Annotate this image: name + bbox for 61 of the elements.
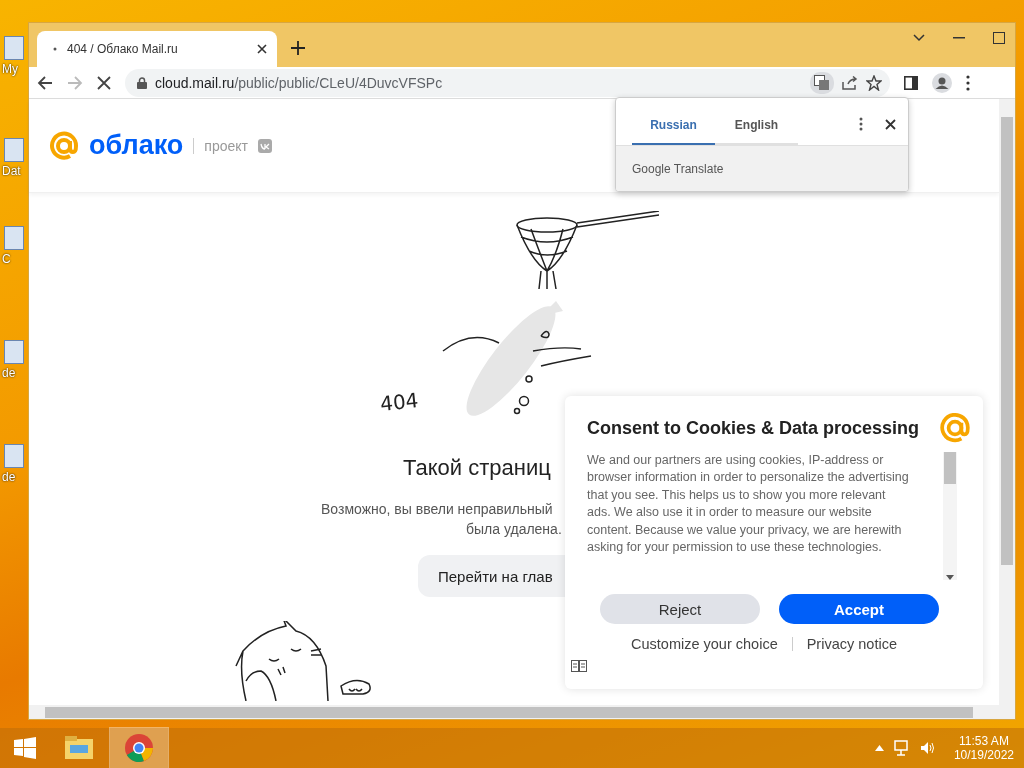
- at-sign-logo-icon: [939, 412, 971, 444]
- error-description: была удалена.: [466, 520, 562, 539]
- desktop-icon-label: de: [1, 366, 16, 380]
- error-description: Возможно, вы ввели неправильный: [321, 500, 553, 519]
- minimize-icon[interactable]: [953, 37, 965, 39]
- desktop-icon[interactable]: [4, 340, 24, 364]
- consent-text: We and our partners are using cookies, IP-address or browser information in order to personalize the advertising that you see. This helps us to show you more relevant ads. We also use it in order to measure our website content. Because we value your privacy, we are herewith asking for your permission to use these technologies.: [587, 452, 910, 557]
- desktop-icon-label: Dat: [1, 164, 21, 178]
- close-icon[interactable]: [885, 119, 896, 130]
- scrollbar-thumb[interactable]: [45, 706, 973, 718]
- profile-icon[interactable]: [932, 72, 952, 93]
- desktop-icon[interactable]: [4, 444, 24, 468]
- address-bar[interactable]: cloud.mail.ru/public/public/CLeU/4DuvcVFSPc: [125, 68, 890, 97]
- back-icon[interactable]: [37, 74, 53, 91]
- desktop-icon-label: C: [1, 252, 11, 266]
- desktop-icon-label: de: [1, 470, 16, 484]
- chevron-down-icon[interactable]: [913, 34, 925, 42]
- dialog-link[interactable]: Customize your choice: [631, 636, 778, 652]
- side-panel-icon[interactable]: [904, 75, 918, 90]
- stop-icon[interactable]: [97, 75, 111, 90]
- scrollbar-thumb[interactable]: [944, 452, 956, 484]
- desktop-icon[interactable]: [4, 36, 24, 60]
- translate-brand-text: Google Translate: [632, 161, 724, 176]
- at-sign-logo-icon: [49, 130, 79, 161]
- lock-icon: [137, 76, 147, 89]
- clock-time: 11:53 AM: [959, 734, 1009, 748]
- clock-date: 10/19/2022: [953, 748, 1014, 762]
- reject-button[interactable]: Reject: [600, 594, 760, 624]
- menu-icon[interactable]: [966, 74, 970, 91]
- translate-icon[interactable]: [810, 71, 834, 94]
- accept-button[interactable]: Accept: [779, 594, 939, 624]
- vk-icon: [257, 138, 272, 153]
- error-heading: Такой страниц: [403, 455, 551, 481]
- browser-tab[interactable]: 404 / Облако Mail.ru: [37, 31, 277, 67]
- browser-taskbar-icon[interactable]: [110, 728, 168, 768]
- desktop-icon-label: My: [1, 62, 18, 76]
- horizontal-scrollbar[interactable]: [29, 705, 999, 719]
- grid-icon: [571, 660, 587, 672]
- url-text: cloud.mail.ru/public/public/CLeU/4DuvcVFSPc: [155, 73, 443, 92]
- close-tab-icon[interactable]: [257, 44, 267, 54]
- new-tab-icon[interactable]: [291, 41, 305, 55]
- tab-title: 404 / Облако Mail.ru: [67, 42, 179, 56]
- error-code-text: 404: [381, 388, 420, 416]
- desktop-icon[interactable]: [4, 138, 24, 162]
- network-icon[interactable]: [893, 740, 910, 756]
- desktop-icon[interactable]: [4, 226, 24, 250]
- scrollbar-thumb[interactable]: [1001, 117, 1013, 565]
- more-options-icon[interactable]: [859, 117, 863, 131]
- share-icon[interactable]: [842, 75, 858, 90]
- maximize-icon[interactable]: [993, 32, 1005, 44]
- dialog-title: Consent to Cookies & Data processing: [587, 417, 920, 439]
- caret-up-icon[interactable]: [874, 745, 884, 751]
- dialog-link[interactable]: Privacy notice: [806, 636, 897, 652]
- text-scrollbar[interactable]: [943, 452, 957, 580]
- scroll-down-arrow-icon[interactable]: [946, 575, 954, 580]
- loading-icon: [53, 47, 57, 51]
- star-icon[interactable]: [866, 74, 882, 91]
- vertical-scrollbar[interactable]: [999, 99, 1015, 719]
- volume-icon[interactable]: [919, 741, 936, 755]
- logo-text: облако: [89, 130, 184, 161]
- project-label: проект: [193, 137, 248, 154]
